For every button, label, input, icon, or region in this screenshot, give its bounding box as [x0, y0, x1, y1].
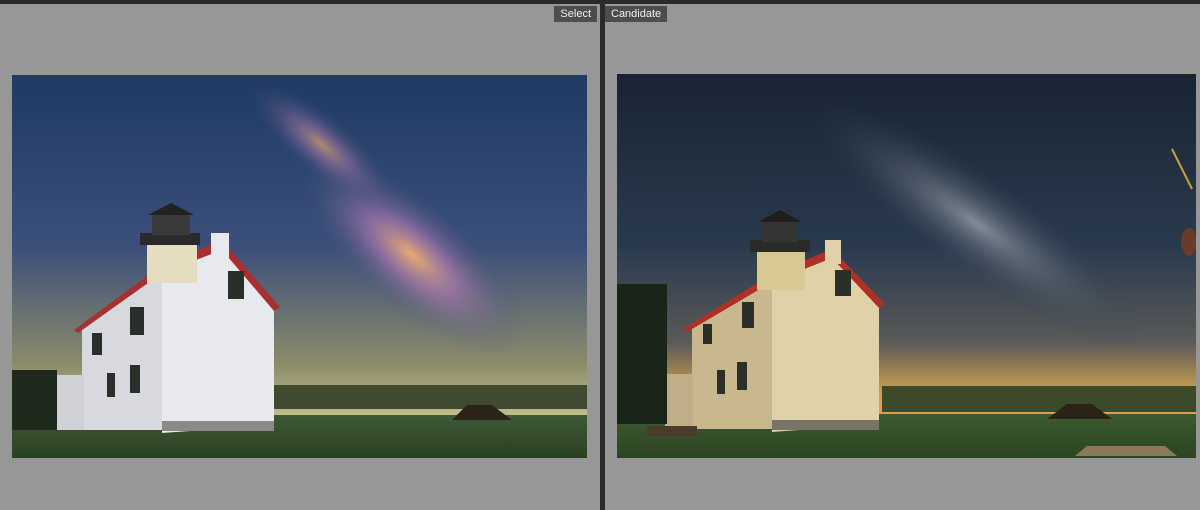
select-label: Select [554, 6, 597, 22]
candidate-photo-image [617, 74, 1196, 458]
select-photo[interactable] [12, 75, 587, 458]
candidate-pane: Candidate [605, 4, 1200, 510]
select-photo-image [12, 75, 587, 458]
candidate-label: Candidate [605, 6, 668, 22]
candidate-photo[interactable] [617, 74, 1196, 458]
select-pane: Select [0, 4, 600, 510]
